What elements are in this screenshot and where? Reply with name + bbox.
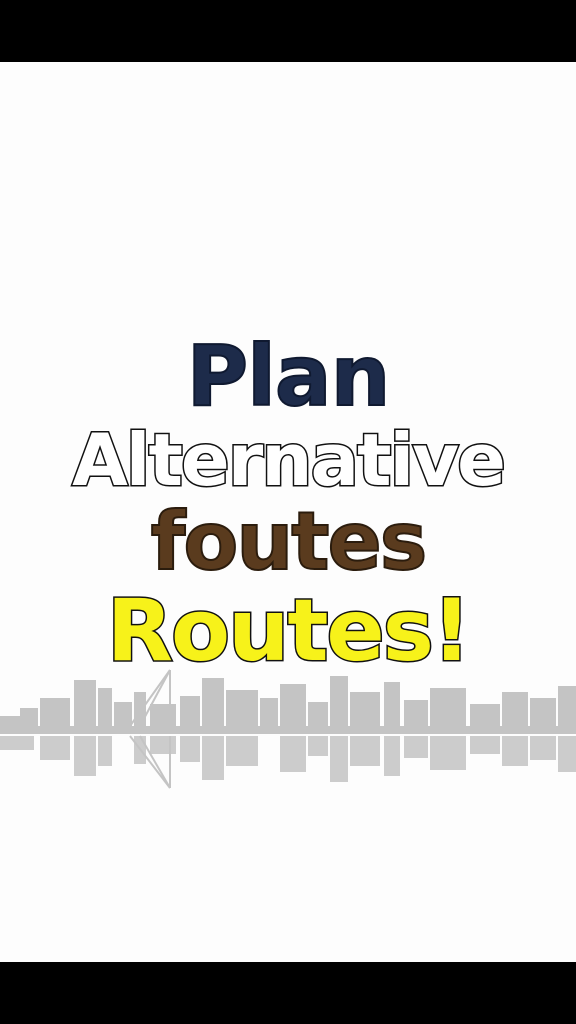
title-line-foutes: foutes: [150, 495, 429, 588]
title-line-routes: Routes!: [105, 581, 472, 681]
title-line-plan: Plan: [186, 327, 392, 425]
letterbox-bottom: [0, 962, 576, 1024]
title-card: Plan Alternative foutes Routes!: [0, 62, 576, 962]
city-skyline-reflection-icon: [0, 669, 576, 789]
letterbox-top: [0, 0, 576, 62]
video-frame: Plan Alternative foutes Routes!: [0, 0, 576, 1024]
title-line-alternative: Alternative: [71, 418, 508, 502]
